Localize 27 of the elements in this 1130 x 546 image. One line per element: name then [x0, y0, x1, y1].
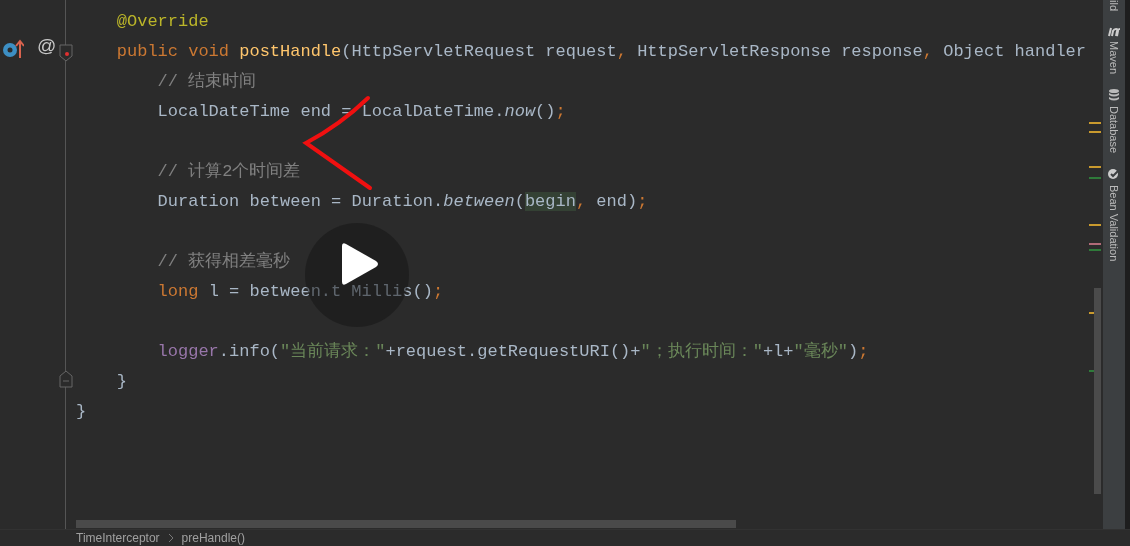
horizontal-scrollbar[interactable] — [76, 520, 736, 528]
fold-marker-icon[interactable] — [59, 370, 73, 388]
tool-window-tab[interactable]: Bean Validation — [1108, 185, 1120, 262]
scroll-thumb[interactable] — [1094, 288, 1101, 494]
tool-window-tab[interactable]: Maven — [1108, 41, 1120, 75]
breadcrumb[interactable]: TimeInterceptor — [76, 531, 160, 545]
chevron-icon — [167, 533, 174, 543]
tool-window-tab[interactable]: Database — [1108, 106, 1120, 154]
database-icon — [1108, 88, 1120, 103]
code-line: logger.info("当前请求："+request.getRequestURI()+"；执行时间："+l+"毫秒"); — [156, 340, 869, 363]
code-line: } — [76, 401, 87, 423]
override-method-icon — [2, 38, 24, 60]
play-icon — [340, 242, 380, 286]
fold-marker-icon[interactable] — [59, 44, 73, 62]
code-line: // 获得相差毫秒 — [156, 250, 291, 273]
code-line: // 结束时间 — [156, 71, 257, 93]
code-line: Duration between = Duration.between(begin, end); — [156, 191, 648, 213]
code-line: public void postHandle(HttpServletRequest request, HttpServletResponse response, Object handler — [115, 41, 1086, 63]
bean-validation-icon — [1107, 167, 1121, 182]
annotation-marker: @ — [37, 36, 57, 55]
code-line: long l = between.t Millis(); — [156, 281, 444, 303]
tool-window-tab[interactable]: ild — [1108, 0, 1120, 11]
code-line: } — [115, 371, 127, 393]
breadcrumb[interactable]: preHandle() — [181, 531, 245, 545]
code-line: @Override — [115, 11, 209, 33]
code-line: // 计算2个时间差 — [156, 161, 301, 183]
maven-m-icon — [1107, 25, 1121, 37]
